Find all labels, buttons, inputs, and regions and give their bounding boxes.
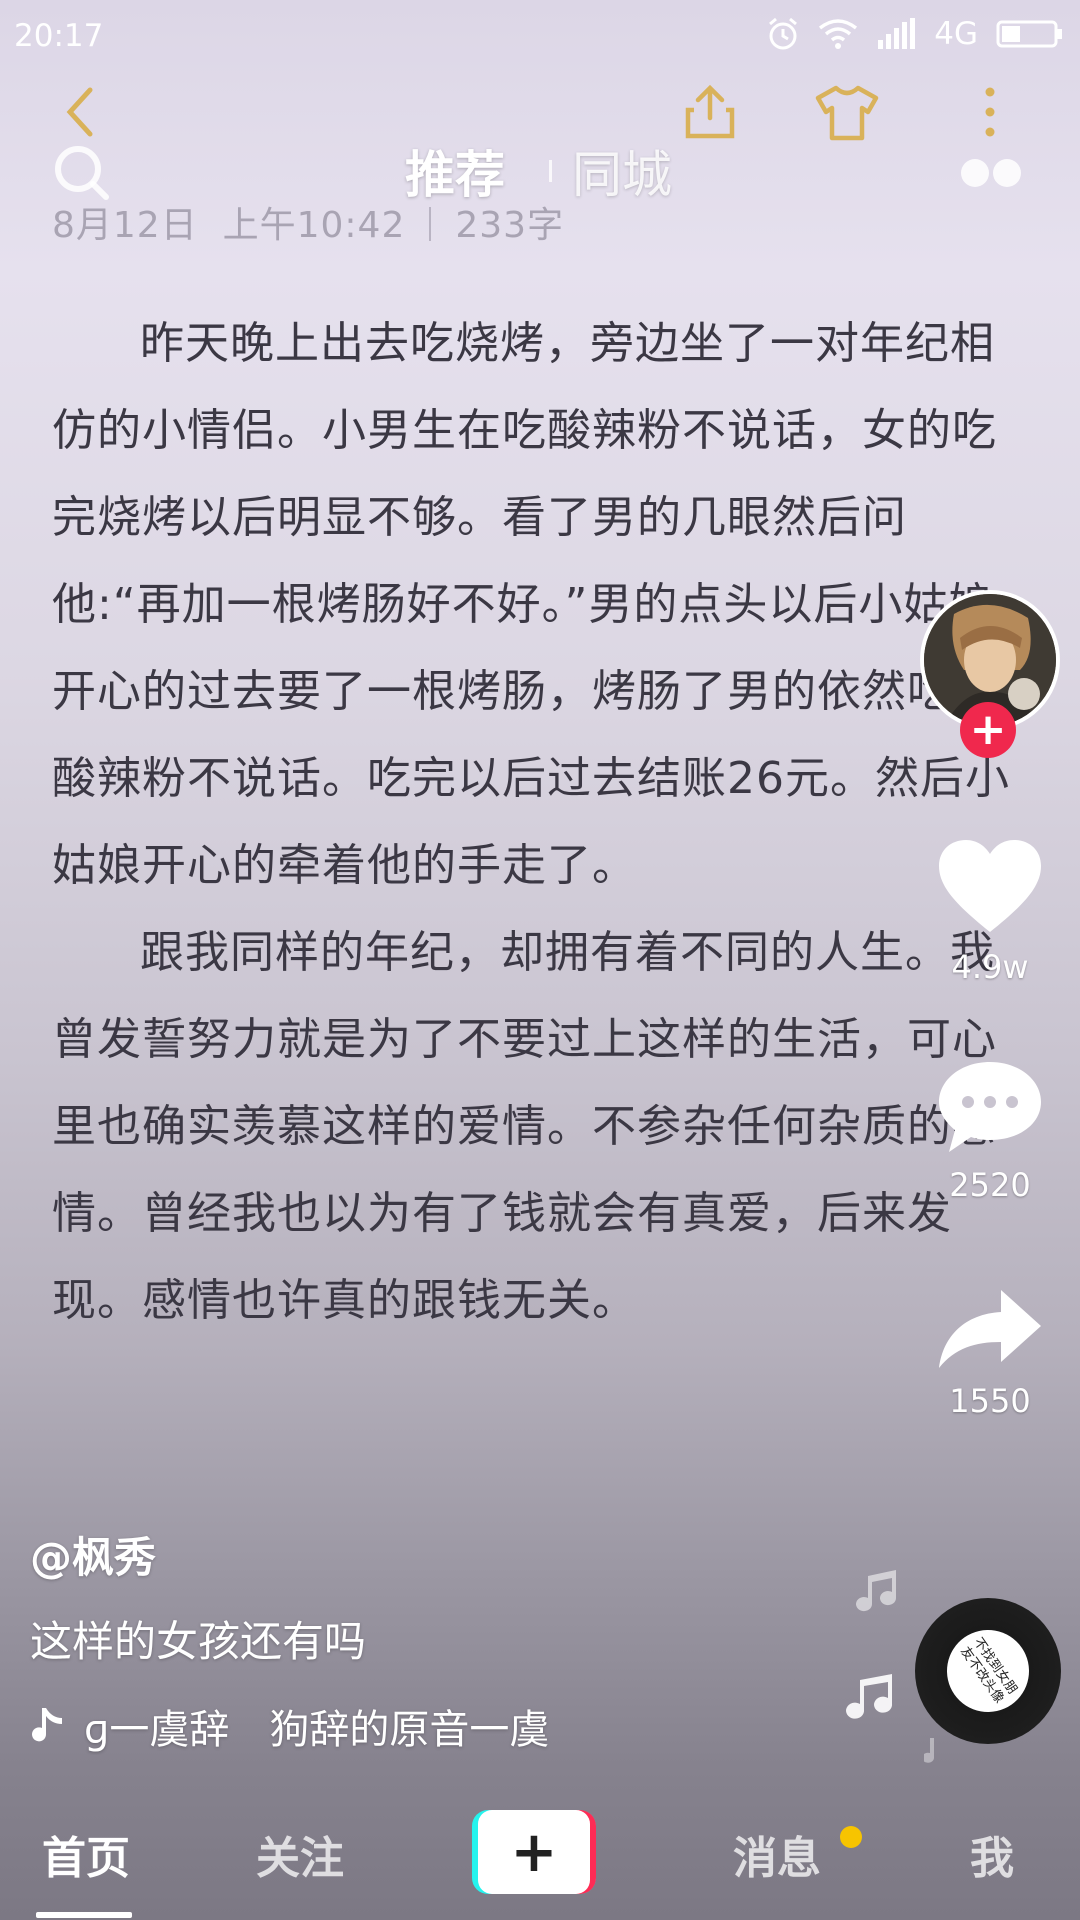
share-button[interactable]: 1550 [930,1286,1050,1420]
nav-home[interactable]: 首页 [42,1822,130,1886]
comment-icon [939,1062,1041,1152]
share-count: 1550 [949,1382,1031,1420]
battery-icon [996,20,1062,48]
signal-icon [878,18,916,49]
note-body: 昨天晚上出去吃烧烤，旁边坐了一对年纪相仿的小情侣。小男生在吃酸辣粉不说话，女的吃… [52,300,1027,1344]
message-badge-dot [840,1826,862,1848]
status-icons: 4G [766,16,1064,52]
note-paragraph: 昨天晚上出去吃烧烤，旁边坐了一对年纪相仿的小情侣。小男生在吃酸辣粉不说话，女的吃… [52,318,1010,891]
back-icon [66,87,93,137]
search-icon[interactable] [52,143,112,203]
note-word-count: 233字 [455,205,565,246]
music-note-icon [32,1708,62,1742]
follow-plus-button[interactable]: + [960,702,1016,758]
create-button[interactable]: + [472,1810,596,1894]
feed-tabs: 推荐 同城 [0,135,1080,205]
network-label: 4G [934,16,978,52]
more-icon [985,87,995,137]
nav-me[interactable]: 我 [970,1822,1014,1886]
live-icon[interactable] [958,157,1024,189]
comment-count: 2520 [949,1166,1031,1204]
share-arrow-icon [939,1290,1041,1368]
record-label: 不找到女朋友不改头像 [930,1613,1046,1729]
music-title: ɡ一虞辞 狗辞的原音一虞 [84,1707,550,1753]
active-tab-indicator [36,1912,132,1918]
music-record-disc[interactable]: 不找到女朋友不改头像 [915,1598,1061,1744]
floating-note-icon [856,1570,897,1612]
status-time: 20:17 [14,18,104,54]
meta-divider [429,207,432,241]
bottom-nav: 首页 关注 + 消息 我 [0,1790,1080,1920]
alarm-icon [769,17,798,50]
author-name[interactable]: @枫秀 [30,1524,156,1585]
share-icon [685,84,735,139]
tab-divider [549,160,552,182]
like-count: 4.9w [951,948,1029,986]
note-date: 8月12日 [52,205,198,246]
wifi-icon [819,19,858,49]
like-button[interactable]: 4.9w [930,838,1050,986]
tab-nearby[interactable]: 同城 [572,135,672,207]
comment-button[interactable]: 2520 [930,1058,1050,1204]
plus-icon: + [478,1810,590,1894]
heart-icon [939,840,1041,932]
floating-note-icon [924,1738,934,1763]
status-bar: 20:17 4G [0,0,1080,76]
music-row[interactable]: ɡ一虞辞 狗辞的原音一虞 [30,1698,624,1754]
note-paragraph: 跟我同样的年纪，却拥有着不同的人生。我曾发誓努力就是为了不要过上这样的生活，可心… [52,927,997,1326]
tab-recommend[interactable]: 推荐 [405,135,505,207]
tshirt-icon [815,85,879,141]
nav-follow[interactable]: 关注 [256,1822,344,1886]
note-time: 上午10:42 [222,205,406,246]
video-caption: 这样的女孩还有吗 [30,1617,367,1666]
floating-note-icon [846,1674,893,1719]
nav-messages[interactable]: 消息 [733,1822,821,1886]
